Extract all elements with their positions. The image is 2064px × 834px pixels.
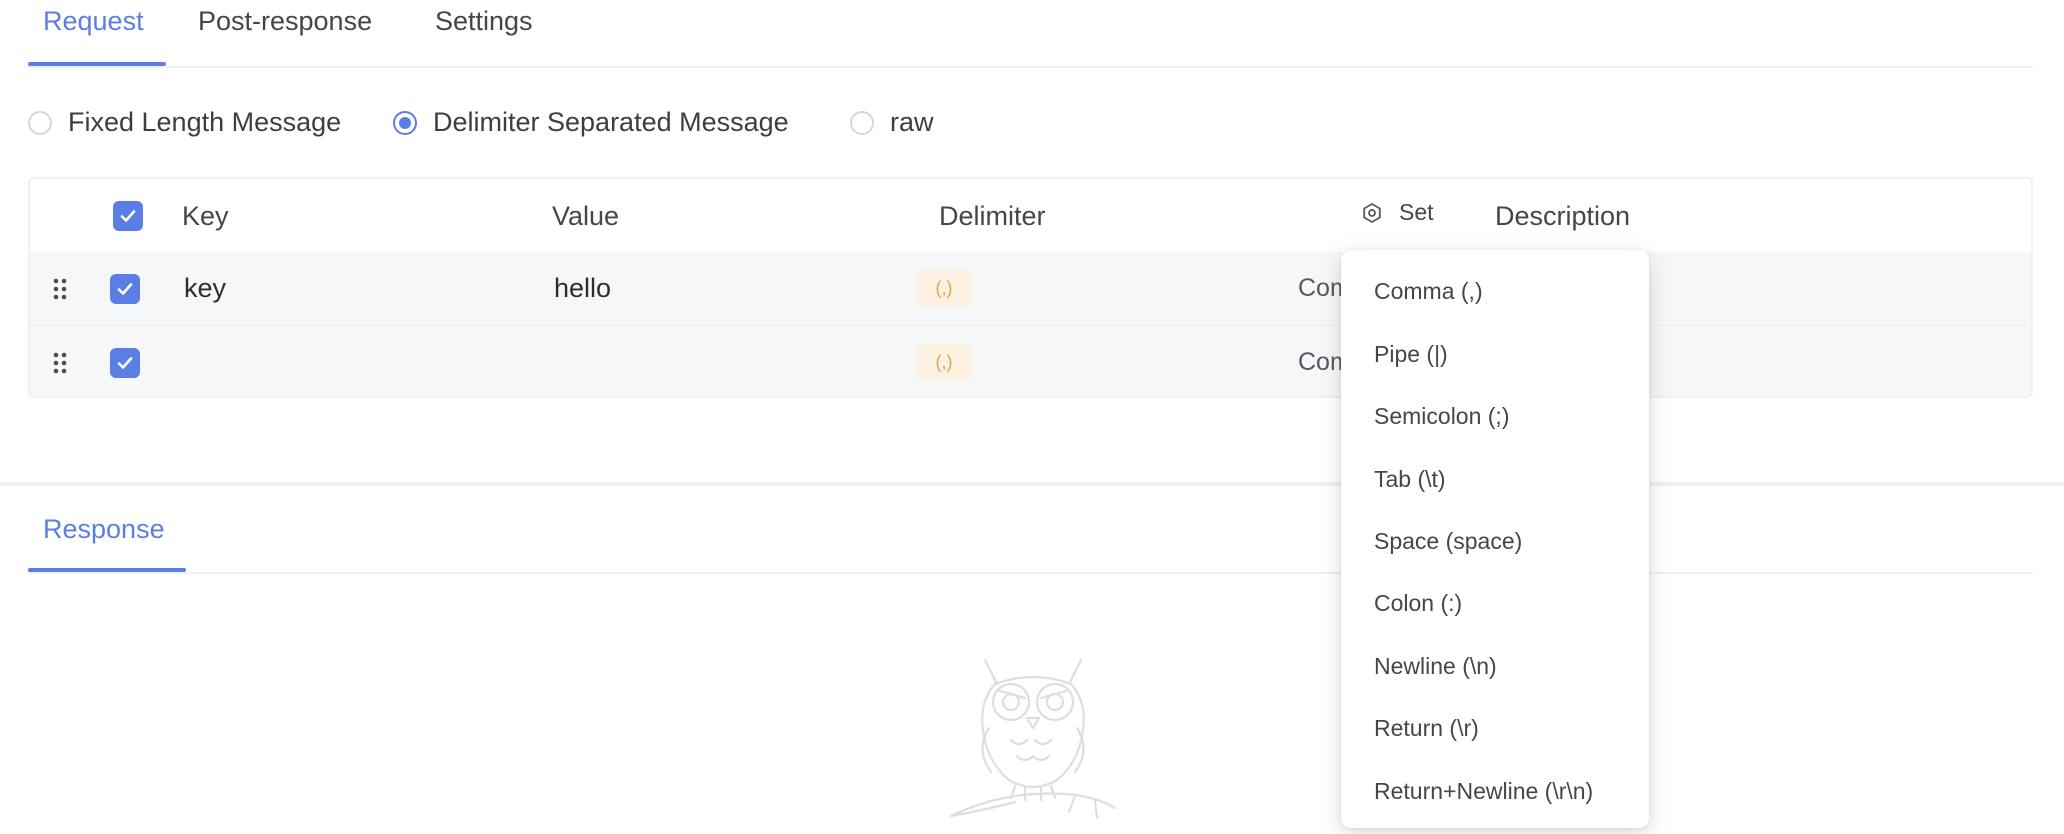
radio-label: raw <box>890 107 934 137</box>
table-header: Key Value Delimiter Set Description <box>30 179 2031 253</box>
delimiter-badge[interactable]: (,) <box>917 270 971 306</box>
key-cell[interactable]: key <box>184 273 226 304</box>
request-tab-bar: Request Post-response Settings <box>28 0 2033 68</box>
drag-handle-icon[interactable] <box>50 277 70 301</box>
value-cell[interactable]: hello <box>554 273 611 304</box>
set-label: Set <box>1399 199 1434 225</box>
select-all-checkbox[interactable] <box>113 201 143 231</box>
table-row: key hello (,) Com <box>30 252 2031 326</box>
check-icon <box>117 357 133 369</box>
tab-request[interactable]: Request <box>43 6 144 37</box>
radio-fixed-length[interactable]: Fixed Length Message <box>28 107 341 138</box>
params-table: Key Value Delimiter Set Description key … <box>28 177 2033 398</box>
section-divider <box>0 482 2064 486</box>
column-header-description: Description <box>1495 201 1631 231</box>
row-checkbox[interactable] <box>110 348 140 378</box>
column-header-delimiter: Delimiter <box>939 201 1046 231</box>
check-icon <box>120 210 136 222</box>
row-checkbox[interactable] <box>110 274 140 304</box>
table-row: (,) Com <box>30 326 2031 396</box>
radio-circle-selected[interactable] <box>393 110 417 135</box>
radio-raw[interactable]: raw <box>850 107 934 138</box>
menu-item-tab[interactable]: Tab (\t) <box>1374 466 1446 493</box>
menu-item-space[interactable]: Space (space) <box>1374 528 1522 555</box>
delimiter-dropdown-menu: Comma (,) Pipe (|) Semicolon (;) Tab (\t… <box>1341 250 1649 828</box>
column-header-value: Value <box>552 201 620 231</box>
tab-settings[interactable]: Settings <box>435 6 533 37</box>
menu-item-semicolon[interactable]: Semicolon (;) <box>1374 403 1509 430</box>
active-tab-indicator <box>28 568 186 572</box>
tab-post-response[interactable]: Post-response <box>198 6 372 37</box>
delimiter-badge[interactable]: (,) <box>917 344 971 380</box>
radio-label: Delimiter Separated Message <box>433 107 789 137</box>
radio-circle[interactable] <box>850 110 874 135</box>
menu-item-newline[interactable]: Newline (\n) <box>1374 653 1497 680</box>
gear-icon <box>1363 202 1381 223</box>
response-tab-bar: Response <box>28 500 2033 574</box>
set-delimiter-button[interactable]: Set <box>1361 199 1434 226</box>
check-icon <box>117 283 133 295</box>
menu-item-return-newline[interactable]: Return+Newline (\r\n) <box>1374 778 1593 805</box>
menu-item-colon[interactable]: Colon (:) <box>1374 590 1462 617</box>
owl-empty-state-icon <box>949 658 1117 820</box>
column-header-key: Key <box>182 201 229 231</box>
menu-item-return[interactable]: Return (\r) <box>1374 715 1479 742</box>
radio-label: Fixed Length Message <box>68 107 342 137</box>
drag-handle-icon[interactable] <box>50 351 70 375</box>
menu-item-comma[interactable]: Comma (,) <box>1374 278 1483 305</box>
radio-circle[interactable] <box>28 110 52 135</box>
tab-response[interactable]: Response <box>43 514 165 545</box>
menu-item-pipe[interactable]: Pipe (|) <box>1374 341 1448 368</box>
radio-delimiter-separated[interactable]: Delimiter Separated Message <box>393 107 789 138</box>
active-tab-indicator <box>28 62 166 66</box>
